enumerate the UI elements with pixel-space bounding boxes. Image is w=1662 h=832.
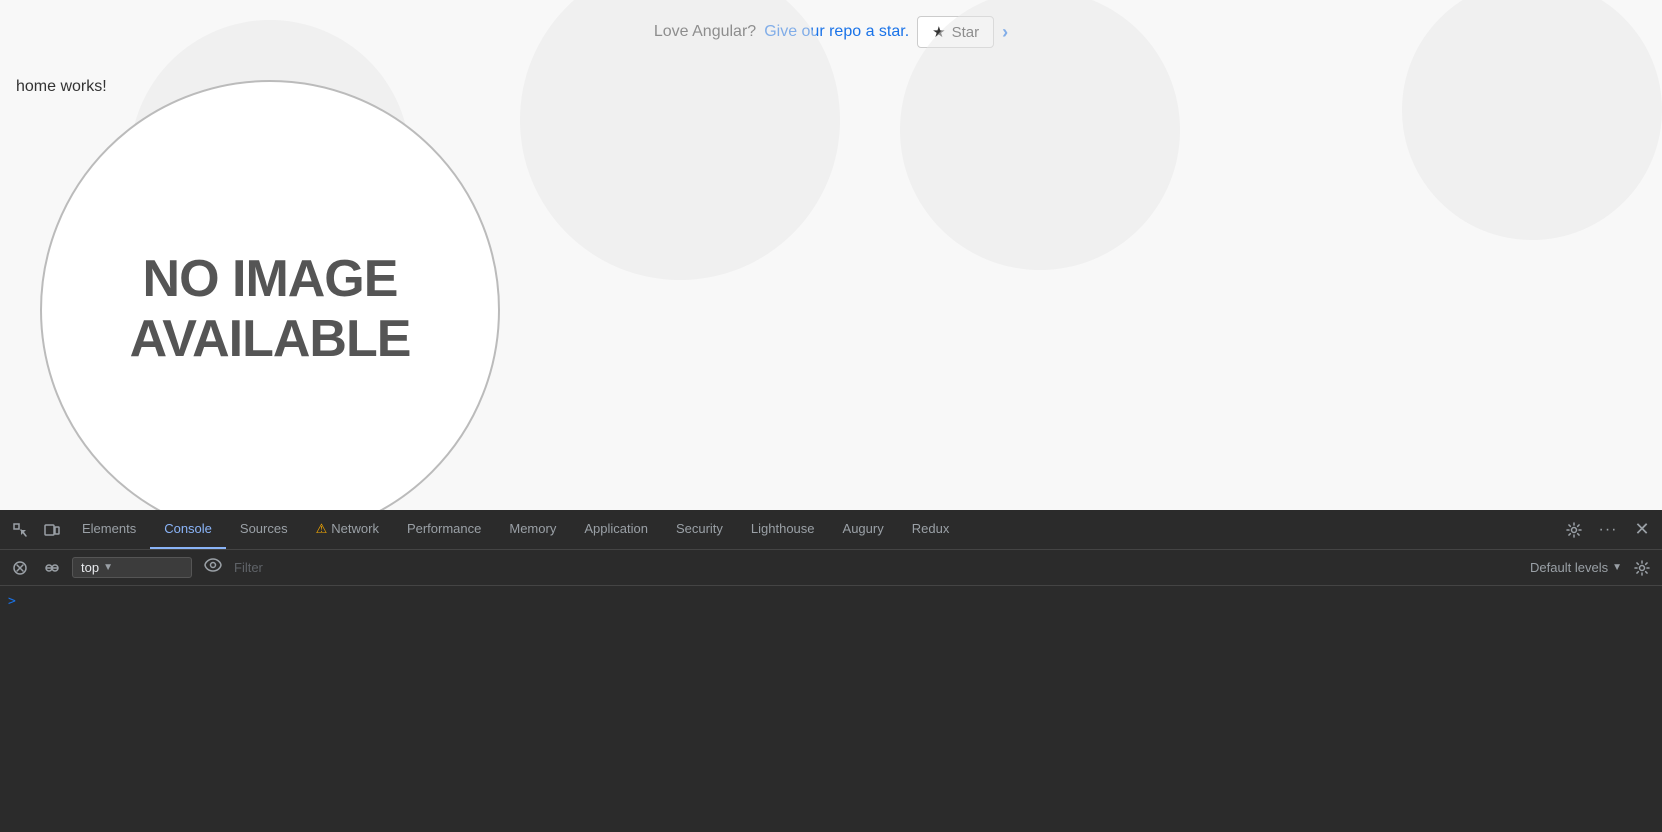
settings-button[interactable] — [1558, 514, 1590, 546]
context-dropdown-arrow: ▼ — [103, 562, 113, 573]
tab-redux[interactable]: Redux — [898, 510, 964, 549]
device-toolbar-button[interactable] — [36, 514, 68, 546]
tab-memory[interactable]: Memory — [495, 510, 570, 549]
close-devtools-button[interactable]: ✕ — [1626, 514, 1658, 546]
console-toolbar: top ▼ Default levels ▼ — [0, 550, 1662, 586]
page-area: Love Angular? Give our repo a star. ★ St… — [0, 0, 1662, 510]
bg-decoration-4 — [1402, 0, 1662, 240]
tab-performance[interactable]: Performance — [393, 510, 495, 549]
home-works-text: home works! — [16, 78, 107, 96]
more-dots-icon: ··· — [1599, 521, 1618, 539]
no-image-line1: NO IMAGE — [130, 250, 411, 310]
context-value: top — [81, 560, 99, 575]
no-image-circle: NO IMAGE AVAILABLE — [40, 80, 500, 510]
prompt-arrow-icon: > — [8, 594, 16, 609]
devtools-tabs: Elements Console Sources ⚠ Network Perfo… — [68, 510, 1558, 549]
tab-console[interactable]: Console — [150, 510, 226, 549]
no-image-text: NO IMAGE AVAILABLE — [130, 250, 411, 370]
default-levels-label: Default levels — [1530, 560, 1608, 575]
network-warning-icon: ⚠ — [316, 521, 328, 537]
close-icon: ✕ — [1634, 519, 1649, 540]
more-button[interactable]: ··· — [1592, 514, 1624, 546]
clear-console-button[interactable] — [8, 556, 32, 580]
tab-augury[interactable]: Augury — [829, 510, 898, 549]
tab-lighthouse[interactable]: Lighthouse — [737, 510, 829, 549]
console-settings-button[interactable] — [1630, 556, 1654, 580]
tab-network[interactable]: ⚠ Network — [302, 510, 393, 549]
default-levels-arrow: ▼ — [1612, 562, 1622, 573]
live-expression-button[interactable] — [200, 556, 226, 579]
bg-decoration-3 — [900, 0, 1180, 270]
tab-application[interactable]: Application — [570, 510, 662, 549]
inspect-element-button[interactable] — [4, 514, 36, 546]
context-selector[interactable]: top ▼ — [72, 557, 192, 578]
tab-elements[interactable]: Elements — [68, 510, 150, 549]
tab-sources[interactable]: Sources — [226, 510, 302, 549]
devtools-actions: ··· ✕ — [1558, 514, 1658, 546]
filter-input[interactable] — [234, 560, 1522, 575]
no-image-line2: AVAILABLE — [130, 310, 411, 370]
tab-security[interactable]: Security — [662, 510, 737, 549]
devtools-topbar: Elements Console Sources ⚠ Network Perfo… — [0, 510, 1662, 550]
filter-toggle-button[interactable] — [40, 556, 64, 580]
console-prompt-line[interactable]: > — [0, 592, 1662, 611]
bg-decoration-2 — [520, 0, 840, 280]
console-output[interactable]: > — [0, 586, 1662, 832]
default-levels-selector[interactable]: Default levels ▼ — [1530, 560, 1622, 575]
devtools-panel: Elements Console Sources ⚠ Network Perfo… — [0, 510, 1662, 832]
